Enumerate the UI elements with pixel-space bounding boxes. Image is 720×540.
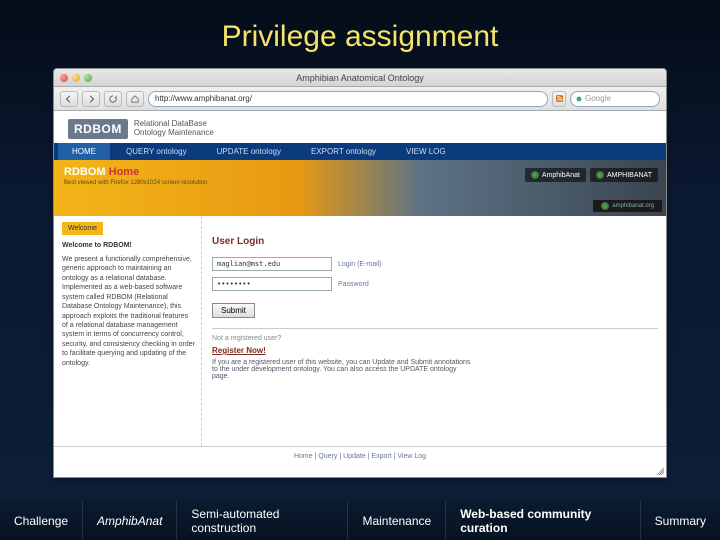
brand-amphibanat: AmphibAnat (525, 168, 586, 182)
nav-maintenance[interactable]: Maintenance (347, 501, 445, 540)
page-footer-links[interactable]: Home | Query | Update | Export | View Lo… (54, 446, 666, 466)
toolbar: http://www.amphibanat.org/ Google (54, 87, 666, 111)
banner-heading-suffix: Home (109, 166, 140, 178)
submit-button[interactable]: Submit (212, 303, 255, 318)
nav-viewlog[interactable]: VIEW LOG (392, 143, 460, 160)
page-content: RDBOM Relational DataBase Ontology Maint… (54, 111, 666, 477)
frog-icon (601, 202, 609, 210)
browser-window: Amphibian Anatomical Ontology http://www… (53, 68, 667, 478)
brand-amphibanat-caps: AMPHIBANAT (590, 168, 658, 182)
password-label: Password (338, 281, 369, 288)
window-title: Amphibian Anatomical Ontology (54, 73, 666, 83)
url-input[interactable]: http://www.amphibanat.org/ (148, 91, 548, 107)
brand-bar: amphibanat.org (593, 200, 662, 212)
google-icon (575, 95, 583, 103)
nav-web-curation[interactable]: Web-based community curation (445, 501, 639, 540)
minimize-icon[interactable] (72, 74, 80, 82)
sidebar-tab-welcome[interactable]: Welcome (62, 222, 103, 235)
nav-semi-automated[interactable]: Semi-automated construction (176, 501, 347, 540)
welcome-text: We present a functionally comprehensive,… (62, 255, 195, 368)
nav-summary[interactable]: Summary (640, 501, 720, 540)
nav-query[interactable]: QUERY ontology (112, 143, 201, 160)
rdbom-logo: RDBOM (68, 119, 128, 139)
logo-tagline: Ontology Maintenance (134, 129, 214, 138)
window-controls (60, 74, 92, 82)
close-icon[interactable] (60, 74, 68, 82)
forward-button[interactable] (82, 91, 100, 107)
register-now-link[interactable]: Register Now! (212, 346, 658, 355)
search-placeholder: Google (585, 94, 611, 103)
sidebar: Welcome Welcome to RDBOM! We present a f… (62, 216, 202, 446)
slide-title: Privilege assignment (0, 0, 720, 68)
header-logo: RDBOM Relational DataBase Ontology Maint… (54, 111, 666, 143)
register-note: If you are a registered user of this web… (212, 359, 472, 380)
nav-export[interactable]: EXPORT ontology (297, 143, 390, 160)
email-field[interactable]: maglian@mst.edu (212, 257, 332, 271)
login-panel: User Login maglian@mst.edu Login (E-mail… (212, 216, 658, 446)
reload-button[interactable] (104, 91, 122, 107)
nav-update[interactable]: UPDATE ontology (203, 143, 295, 160)
nav-home[interactable]: HOME (58, 143, 110, 160)
welcome-heading: Welcome to RDBOM! (62, 241, 195, 250)
frog-icon (531, 171, 539, 179)
banner: RDBOM Home Best viewed with Firefox 1280… (54, 160, 666, 216)
banner-heading-prefix: RDBOM (64, 166, 106, 178)
not-registered-text: Not a registered user? (212, 335, 658, 342)
frog-icon (596, 171, 604, 179)
zoom-icon[interactable] (84, 74, 92, 82)
nav-amphibanat[interactable]: AmphibAnat (82, 501, 176, 540)
primary-nav: HOME QUERY ontology UPDATE ontology EXPO… (54, 143, 666, 160)
rss-icon[interactable] (552, 91, 566, 107)
login-heading: User Login (212, 236, 658, 247)
email-label: Login (E-mail) (338, 261, 382, 268)
nav-challenge[interactable]: Challenge (0, 501, 82, 540)
divider (212, 328, 658, 329)
titlebar: Amphibian Anatomical Ontology (54, 69, 666, 87)
password-field[interactable]: •••••••• (212, 277, 332, 291)
search-input[interactable]: Google (570, 91, 660, 107)
home-button[interactable] (126, 91, 144, 107)
resize-grip-icon[interactable] (654, 465, 664, 475)
back-button[interactable] (60, 91, 78, 107)
slide-nav: Challenge AmphibAnat Semi-automated cons… (0, 500, 720, 540)
